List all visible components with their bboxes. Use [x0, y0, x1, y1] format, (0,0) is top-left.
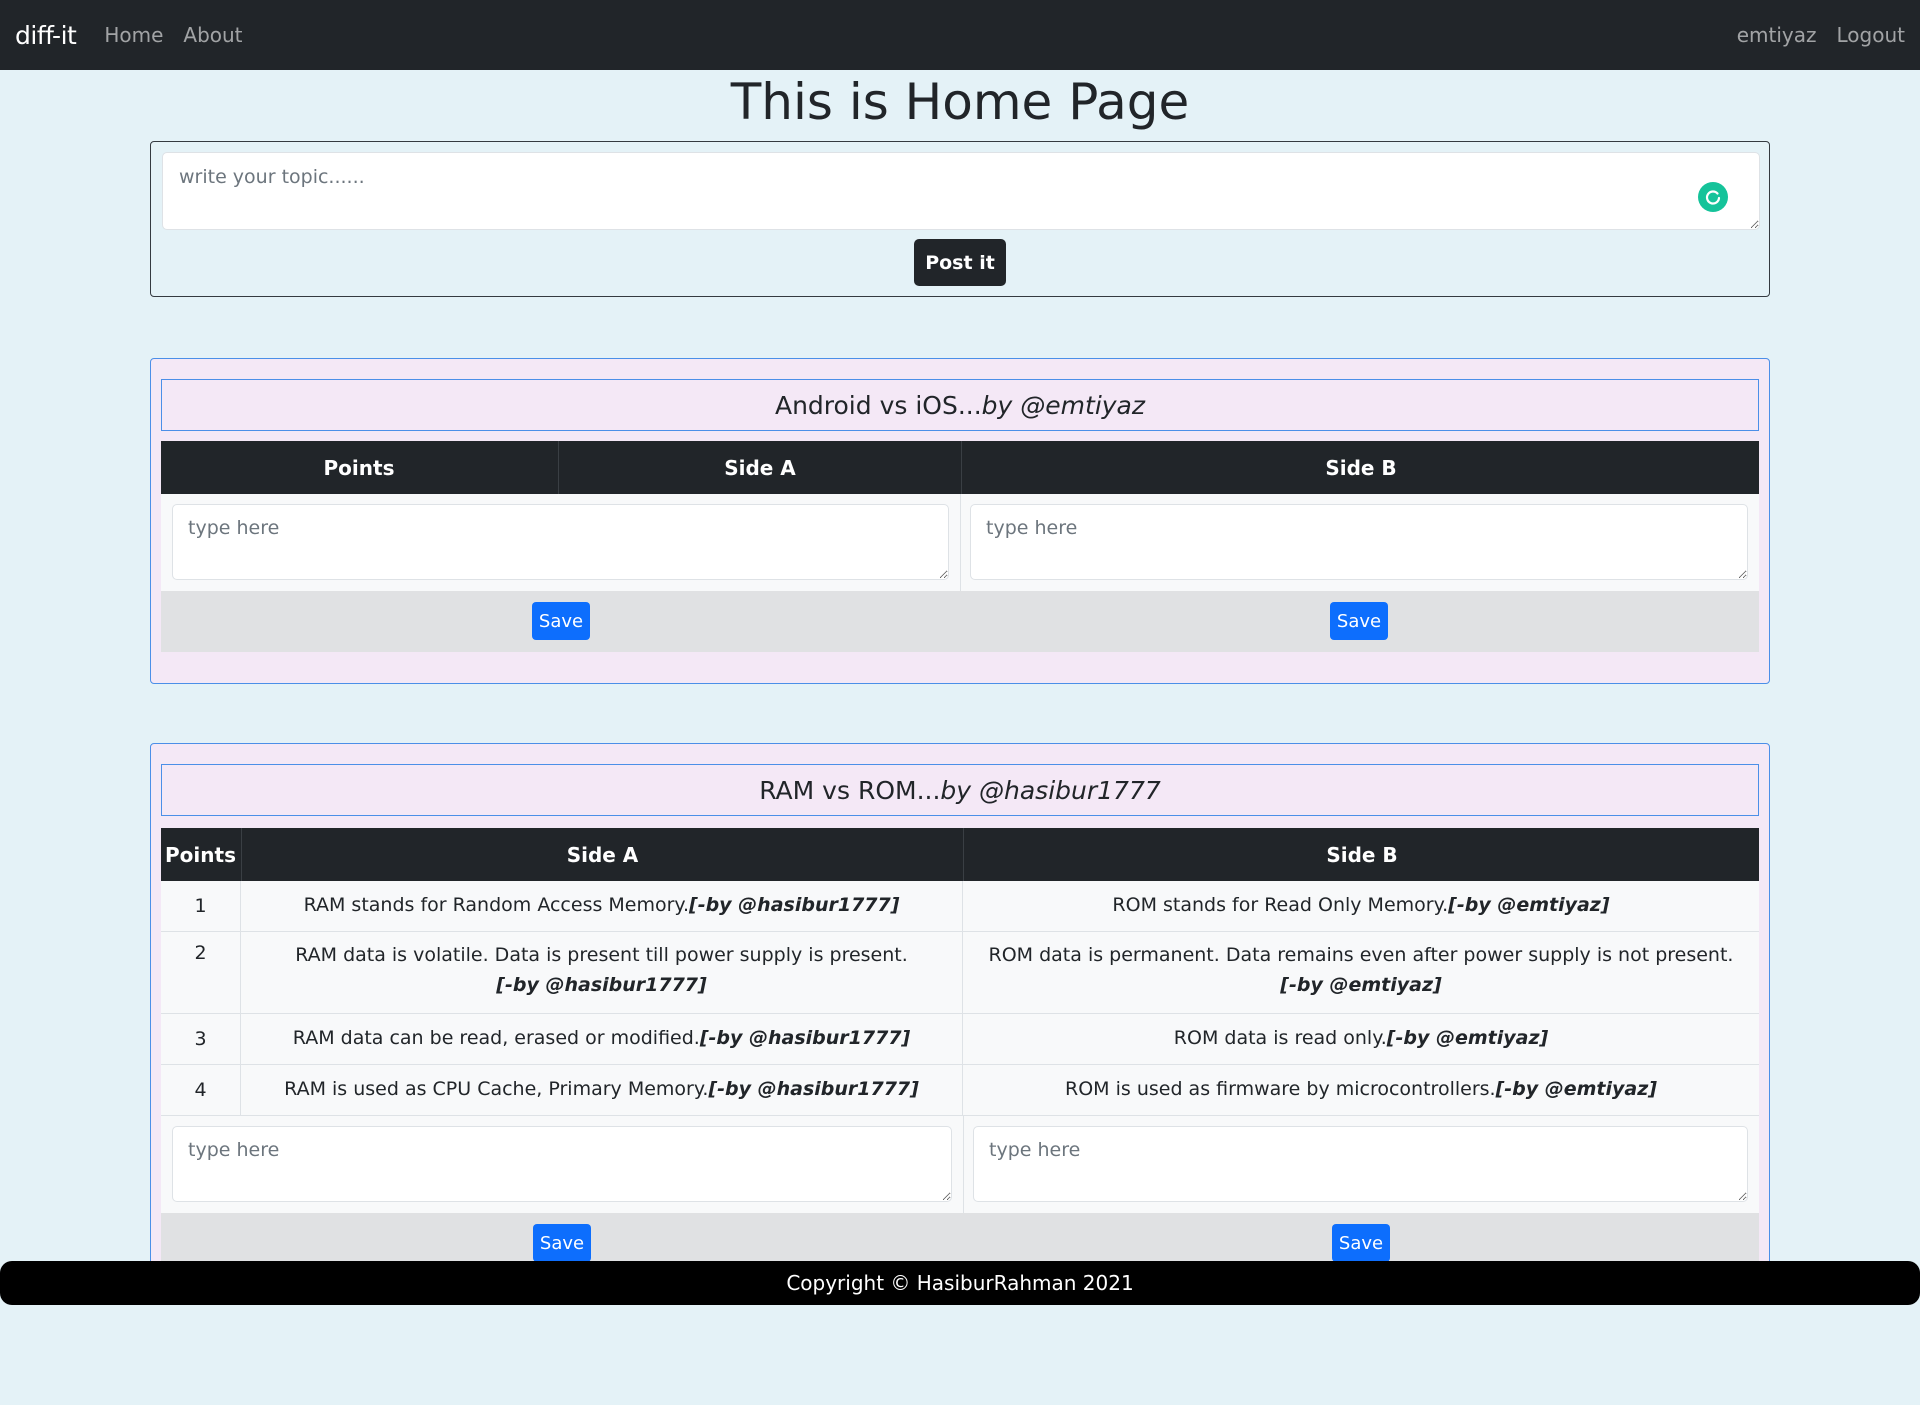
table-row: 2 RAM data is volatile. Data is present …	[161, 932, 1759, 1014]
nav-user-area: emtiyaz Logout	[1717, 23, 1905, 47]
table-header: Points Side A Side B	[161, 828, 1759, 881]
side-a-text: RAM is used as CPU Cache, Primary Memory…	[284, 1078, 709, 1100]
row-number: 1	[161, 881, 241, 931]
side-b-text: ROM data is permanent. Data remains even…	[988, 944, 1734, 966]
input-row	[161, 1116, 1759, 1213]
side-a-author: [-by @hasibur1777]	[708, 1078, 919, 1100]
save-side-a-button[interactable]: Save	[533, 1224, 591, 1262]
topic-card-android-ios: Android vs iOS... by @emtiyaz Points Side…	[150, 358, 1770, 684]
save-row: Save Save	[161, 591, 1759, 652]
side-a-cell: RAM stands for Random Access Memory.[-by…	[241, 881, 963, 931]
side-b-text: ROM data is read only.	[1173, 1027, 1387, 1049]
table-row: 4 RAM is used as CPU Cache, Primary Memo…	[161, 1065, 1759, 1116]
side-b-cell: ROM data is read only.[-by @emtiyaz]	[963, 1014, 1759, 1064]
side-b-input[interactable]	[973, 1126, 1748, 1202]
post-it-button[interactable]: Post it	[914, 239, 1006, 286]
side-b-text: ROM stands for Read Only Memory.	[1112, 894, 1449, 916]
row-number: 2	[161, 932, 241, 1013]
header-points: Points	[165, 842, 236, 867]
side-a-author: [-by @hasibur1777]	[689, 894, 900, 916]
save-side-b-button[interactable]: Save	[1332, 1224, 1390, 1262]
side-a-text: RAM stands for Random Access Memory.	[303, 894, 690, 916]
header-points: Points	[323, 455, 395, 480]
side-b-author: [-by @emtiyaz]	[1495, 1078, 1657, 1100]
topic-author: by @hasibur1777	[940, 775, 1161, 805]
topic-title: RAM vs ROM... by @hasibur1777	[161, 764, 1759, 816]
side-b-author: [-by @emtiyaz]	[1280, 974, 1442, 996]
table-row: 3 RAM data can be read, erased or modifi…	[161, 1014, 1759, 1065]
topic-input[interactable]	[162, 152, 1760, 230]
side-a-cell: RAM data can be read, erased or modified…	[241, 1014, 963, 1064]
side-a-cell: RAM data is volatile. Data is present ti…	[241, 932, 963, 1013]
header-side-a: Side A	[558, 441, 961, 494]
topic-card-ram-rom: RAM vs ROM... by @hasibur1777 Points Side…	[150, 743, 1770, 1274]
topic-author: by @emtiyaz	[981, 390, 1146, 420]
grammarly-icon[interactable]	[1698, 182, 1728, 212]
table-header: Points Side A Side B	[161, 441, 1759, 494]
topic-title: Android vs iOS... by @emtiyaz	[161, 379, 1759, 431]
header-side-b: Side B	[963, 828, 1760, 881]
input-row	[161, 494, 1759, 591]
side-b-author: [-by @emtiyaz]	[1448, 894, 1610, 916]
side-a-text: RAM data is volatile. Data is present ti…	[295, 944, 908, 966]
topic-title-text: RAM vs ROM...	[759, 775, 941, 805]
topic-title-text: Android vs iOS...	[774, 390, 982, 420]
side-a-input[interactable]	[172, 504, 949, 580]
row-number: 3	[161, 1014, 241, 1064]
side-a-author: [-by @hasibur1777]	[699, 1027, 911, 1049]
top-navbar: diff-it Home About emtiyaz Logout	[0, 0, 1920, 70]
nav-logout-link[interactable]: Logout	[1837, 23, 1905, 47]
side-b-cell: ROM stands for Read Only Memory.[-by @em…	[963, 881, 1759, 931]
table-row: 1 RAM stands for Random Access Memory.[-…	[161, 881, 1759, 932]
side-b-input[interactable]	[970, 504, 1748, 580]
nav-username-link[interactable]: emtiyaz	[1737, 23, 1817, 47]
side-b-cell: ROM is used as firmware by microcontroll…	[963, 1065, 1759, 1115]
column-divider	[960, 494, 961, 591]
side-a-input[interactable]	[172, 1126, 952, 1202]
side-a-author: [-by @hasibur1777]	[496, 974, 707, 996]
nav-about-link[interactable]: About	[183, 23, 242, 47]
side-b-text: ROM is used as firmware by microcontroll…	[1065, 1078, 1496, 1100]
header-side-a: Side A	[241, 828, 963, 881]
page-title: This is Home Page	[730, 73, 1190, 131]
brand-logo[interactable]: diff-it	[15, 21, 77, 50]
nav-home-link[interactable]: Home	[104, 23, 163, 47]
side-a-cell: RAM is used as CPU Cache, Primary Memory…	[241, 1065, 963, 1115]
new-topic-form: Post it	[150, 141, 1770, 297]
footer-copyright: Copyright © HasiburRahman 2021	[0, 1261, 1920, 1305]
side-a-text: RAM data can be read, erased or modified…	[292, 1027, 700, 1049]
save-side-b-button[interactable]: Save	[1330, 602, 1388, 640]
save-side-a-button[interactable]: Save	[532, 602, 590, 640]
row-number: 4	[161, 1065, 241, 1115]
column-divider	[963, 1116, 964, 1213]
header-side-b: Side B	[961, 441, 1760, 494]
side-b-cell: ROM data is permanent. Data remains even…	[963, 932, 1759, 1013]
side-b-author: [-by @emtiyaz]	[1386, 1027, 1549, 1049]
